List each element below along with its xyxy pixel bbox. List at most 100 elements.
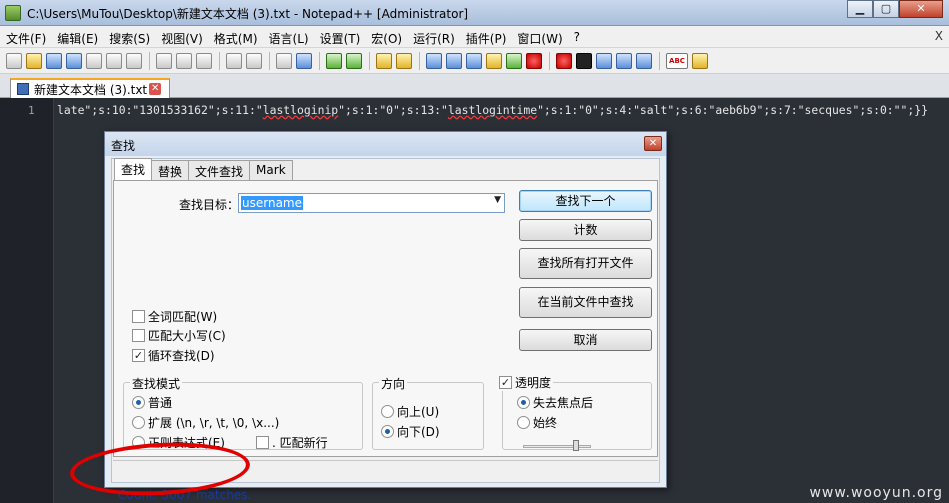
zoom-in-icon[interactable] (326, 53, 342, 69)
find-icon[interactable] (276, 53, 292, 69)
line-number: 1 (28, 104, 35, 117)
document-tab[interactable]: 新建文本文档 (3).txt ✕ (10, 78, 170, 98)
show-all-chars-icon[interactable] (446, 53, 462, 69)
maximize-button[interactable]: ▢ (873, 0, 899, 18)
direction-down-radio[interactable]: 向下(D) (381, 423, 440, 440)
direction-down-label: 向下(D) (397, 425, 440, 439)
menu-item[interactable]: 编辑(E) (57, 30, 98, 47)
print-icon[interactable] (126, 53, 142, 69)
checkbox-box (256, 436, 269, 449)
stop-macro-icon[interactable] (576, 53, 592, 69)
undo-icon[interactable] (226, 53, 242, 69)
whole-word-checkbox[interactable]: 全词匹配(W) (132, 308, 217, 325)
save-icon[interactable] (46, 53, 62, 69)
radio-dot (517, 416, 530, 429)
record-macro-icon[interactable] (556, 53, 572, 69)
play-macro-icon[interactable] (596, 53, 612, 69)
save-all-icon[interactable] (66, 53, 82, 69)
document-tab-label: 新建文本文档 (3).txt (34, 82, 148, 97)
copy-icon[interactable] (176, 53, 192, 69)
dot-newline-checkbox[interactable]: . 匹配新行 (256, 434, 328, 451)
menu-item[interactable]: 语言(L) (269, 30, 309, 47)
whole-word-label: 全词匹配(W) (148, 310, 218, 324)
direction-up-radio[interactable]: 向上(U) (381, 403, 439, 420)
minimize-button[interactable]: ▁ (847, 0, 873, 18)
toolbar-separator (659, 52, 660, 70)
new-file-icon[interactable] (6, 53, 22, 69)
menu-item[interactable]: 插件(P) (466, 30, 507, 47)
open-file-icon[interactable] (26, 53, 42, 69)
tab-close-icon[interactable]: ✕ (149, 83, 162, 95)
radio-dot (381, 425, 394, 438)
mode-normal-radio[interactable]: 普通 (132, 394, 172, 411)
checkbox-box (132, 310, 145, 323)
menu-item[interactable]: 宏(O) (371, 30, 402, 47)
dialog-body: 查找 替换 文件查找 Mark 查找目标： username ▼ 查找下一个 计数 查… (111, 158, 660, 502)
redo-icon[interactable] (246, 53, 262, 69)
toolbar-separator (269, 52, 270, 70)
cancel-button[interactable]: 取消 (519, 329, 652, 351)
direction-group: 方向 向上(U) 向下(D) (372, 375, 484, 450)
spell-check-icon[interactable]: ABC (666, 53, 688, 69)
menu-item[interactable]: 窗口(W) (517, 30, 562, 47)
toolbar: ABC (0, 48, 949, 74)
transparency-group: ✓ 透明度 失去焦点后 始终 (497, 374, 652, 451)
code-text-misspelled: lastloginip (262, 103, 339, 117)
find-what-input[interactable]: username ▼ (238, 193, 505, 213)
close-all-icon[interactable] (106, 53, 122, 69)
menu-item[interactable]: 文件(F) (6, 30, 46, 47)
user-lang-icon[interactable] (486, 53, 502, 69)
cut-icon[interactable] (156, 53, 172, 69)
radio-dot (132, 416, 145, 429)
plugin-icon[interactable] (692, 53, 708, 69)
indent-guide-icon[interactable] (466, 53, 482, 69)
close-file-icon[interactable] (86, 53, 102, 69)
always-label: 始终 (533, 416, 558, 430)
find-next-button[interactable]: 查找下一个 (519, 190, 652, 212)
lose-focus-radio[interactable]: 失去焦点后 (517, 394, 593, 411)
close-button[interactable]: ✕ (899, 0, 943, 18)
doc-map-icon[interactable] (506, 53, 522, 69)
dialog-tab[interactable]: 替换 (151, 160, 190, 180)
wrap-around-checkbox[interactable]: ✓ 循环查找(D) (132, 347, 215, 364)
menu-item[interactable]: 运行(R) (413, 30, 455, 47)
zoom-out-icon[interactable] (346, 53, 362, 69)
save-macro-icon[interactable] (636, 53, 652, 69)
find-what-value: username (241, 196, 303, 210)
menu-item[interactable]: ? (574, 30, 580, 47)
transparency-checkbox[interactable]: ✓ 透明度 (497, 374, 554, 391)
dialog-close-button[interactable]: ✕ (644, 136, 662, 151)
close-document-button[interactable]: X (935, 29, 943, 43)
play-multiple-icon[interactable] (616, 53, 632, 69)
find-all-open-button[interactable]: 查找所有打开文件 (519, 248, 652, 279)
dialog-title-bar[interactable]: 查找 ✕ (105, 132, 666, 156)
replace-icon[interactable] (296, 53, 312, 69)
document-tab-strip: 新建文本文档 (3).txt ✕ (0, 74, 949, 98)
chevron-down-icon[interactable]: ▼ (494, 195, 501, 205)
toolbar-separator (219, 52, 220, 70)
paste-icon[interactable] (196, 53, 212, 69)
dialog-tab[interactable]: 文件查找 (188, 160, 251, 180)
find-panel: 查找目标： username ▼ 查找下一个 计数 查找所有打开文件 在当前文件… (113, 180, 658, 457)
window-controls: ▁ ▢ ✕ (847, 0, 943, 18)
menu-item[interactable]: 视图(V) (161, 30, 203, 47)
count-button[interactable]: 计数 (519, 219, 652, 241)
mode-extended-radio[interactable]: 扩展 (\n, \r, \t, \0, \x...) (132, 414, 279, 431)
sync-vertical-icon[interactable] (376, 53, 392, 69)
match-case-checkbox[interactable]: 匹配大小写(C) (132, 327, 226, 344)
dialog-tab[interactable]: 查找 (114, 158, 153, 180)
find-dialog: 查找 ✕ 查找 替换 文件查找 Mark 查找目标： username ▼ 查找下一个… (104, 131, 667, 502)
menu-item[interactable]: 格式(M) (214, 30, 258, 47)
transparency-slider-thumb[interactable] (573, 440, 579, 451)
menu-item[interactable]: 搜索(S) (109, 30, 150, 47)
sync-horizontal-icon[interactable] (396, 53, 412, 69)
dialog-tab[interactable]: Mark (249, 160, 293, 180)
menu-item[interactable]: 设置(T) (320, 30, 361, 47)
word-wrap-icon[interactable] (426, 53, 442, 69)
always-radio[interactable]: 始终 (517, 414, 557, 431)
find-in-current-button[interactable]: 在当前文件中查找 (519, 287, 652, 318)
checkbox-box (132, 329, 145, 342)
transparency-slider-track[interactable] (523, 445, 591, 448)
function-list-icon[interactable] (526, 53, 542, 69)
wrap-around-label: 循环查找(D) (148, 349, 215, 363)
